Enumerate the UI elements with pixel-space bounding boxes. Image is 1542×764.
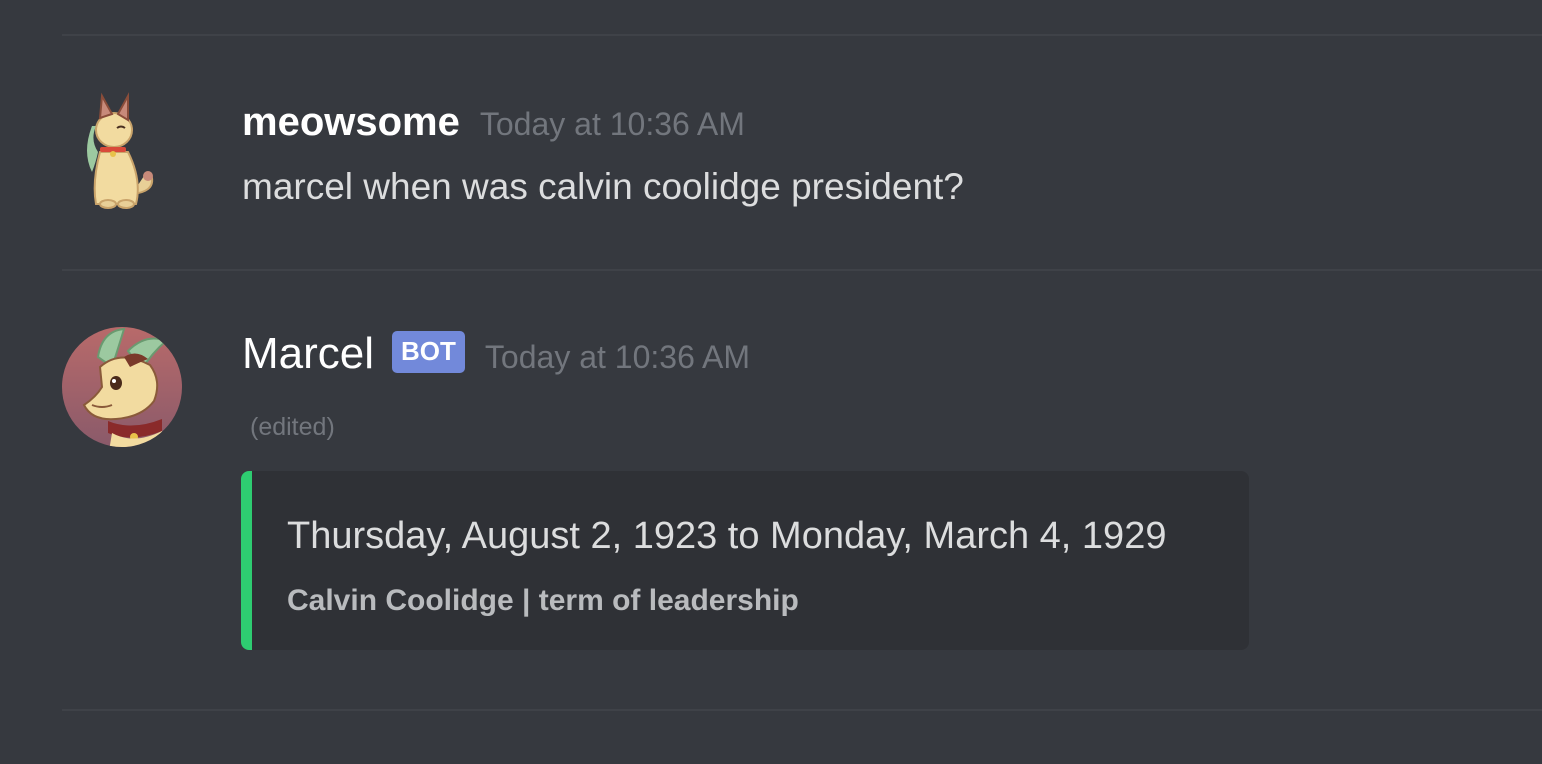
- embed-accent-bar: [241, 471, 252, 650]
- bot-tag: BOT: [392, 331, 465, 373]
- message-divider: [62, 709, 1542, 711]
- edited-label: (edited): [250, 413, 335, 441]
- message-divider: [62, 269, 1542, 271]
- cat-avatar-icon[interactable]: [62, 92, 182, 212]
- bot-avatar-icon[interactable]: [62, 327, 182, 447]
- message-timestamp[interactable]: Today at 10:36 AM: [480, 106, 745, 143]
- message-timestamp[interactable]: Today at 10:36 AM: [485, 339, 750, 376]
- author-name[interactable]: meowsome: [242, 98, 460, 146]
- message-header: Marcel BOT Today at 10:36 AM: [242, 330, 750, 378]
- chat-log: meowsome Today at 10:36 AM marcel when w…: [0, 0, 1542, 764]
- message-divider: [62, 34, 1542, 36]
- author-name[interactable]: Marcel: [242, 330, 374, 378]
- message-header: meowsome Today at 10:36 AM: [242, 98, 745, 146]
- embed-footer: Calvin Coolidge | term of leadership: [287, 584, 799, 617]
- embed-title: Thursday, August 2, 1923 to Monday, Marc…: [287, 515, 1167, 557]
- message-text: marcel when was calvin coolidge presiden…: [242, 166, 964, 207]
- embed-card: Thursday, August 2, 1923 to Monday, Marc…: [241, 471, 1249, 650]
